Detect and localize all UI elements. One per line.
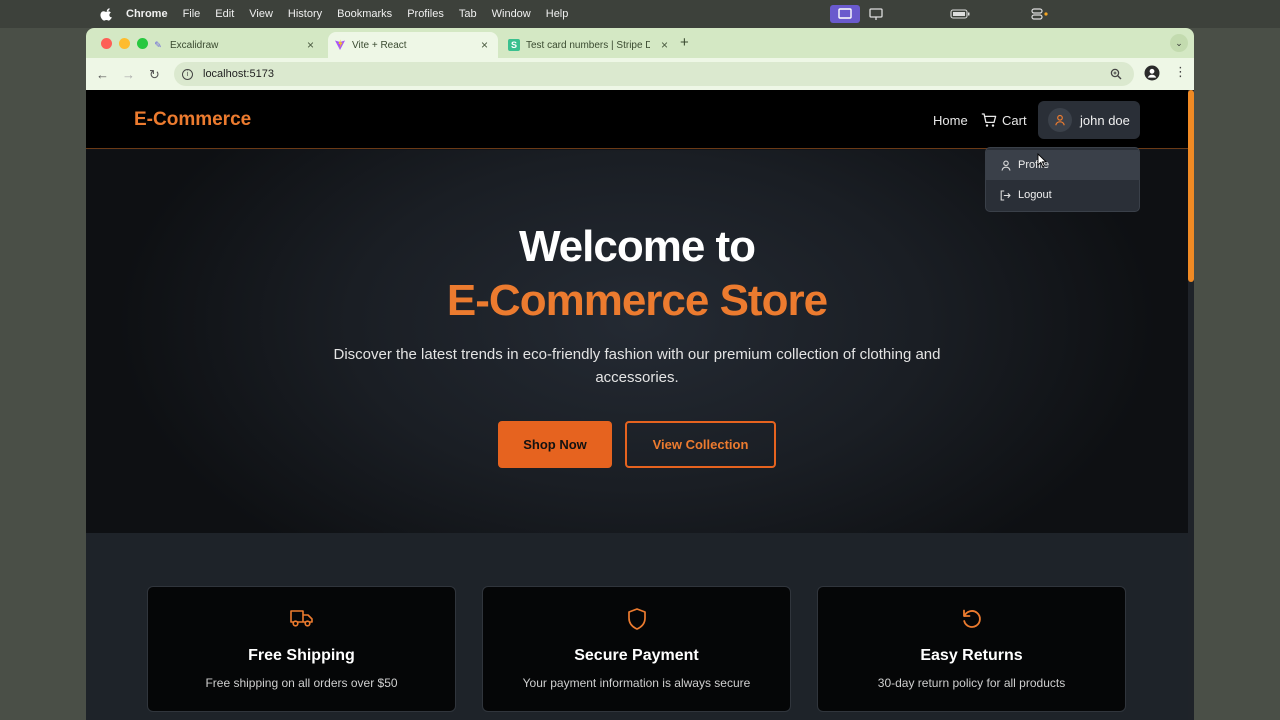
web-page: E-Commerce Home Cart john doe Welcome to… [86, 90, 1188, 720]
scrollbar-thumb[interactable] [1188, 90, 1194, 282]
user-menu-button[interactable]: john doe [1038, 101, 1140, 139]
more-menu-icon[interactable]: ⋮ [1174, 64, 1187, 80]
site-info-icon[interactable]: i [182, 68, 193, 80]
address-bar[interactable]: i localhost:5173 ☆ [174, 62, 1156, 86]
control-center-icon[interactable] [1030, 5, 1050, 23]
user-dropdown-menu: Profile Logout [985, 147, 1140, 212]
display-icon[interactable] [868, 5, 884, 23]
rotate-icon [962, 609, 981, 628]
tab-title: Excalidraw [170, 39, 219, 51]
address-url[interactable]: localhost:5173 [203, 68, 274, 80]
nav-home-label: Home [933, 113, 968, 128]
logout-icon [1000, 189, 1011, 201]
nav-cart-link[interactable]: Cart [981, 113, 1027, 128]
zoom-window-button[interactable] [137, 38, 148, 49]
feature-card-payment: Secure Payment Your payment information … [482, 586, 791, 712]
tab-title: Vite + React [352, 39, 407, 51]
forward-icon[interactable]: → [122, 67, 135, 82]
stripe-icon: S [508, 39, 520, 51]
truck-icon [289, 610, 313, 627]
menu-bookmarks[interactable]: Bookmarks [337, 8, 392, 20]
site-header: E-Commerce Home Cart john doe [86, 90, 1188, 149]
macos-menu-bar: Chrome File Edit View History Bookmarks … [0, 0, 1280, 28]
dropdown-logout-item[interactable]: Logout [986, 180, 1139, 210]
menu-history[interactable]: History [288, 8, 322, 20]
dropdown-logout-label: Logout [1018, 189, 1052, 201]
tab-search-icon[interactable]: ⌄ [1170, 34, 1188, 52]
dropdown-profile-item[interactable]: Profile [986, 150, 1139, 180]
shield-icon [627, 608, 646, 630]
feature-desc: Your payment information is always secur… [522, 676, 751, 690]
menu-help[interactable]: Help [546, 8, 569, 20]
close-tab-icon[interactable]: × [661, 38, 668, 52]
mouse-cursor-icon [1037, 153, 1047, 168]
feature-title: Free Shipping [248, 647, 355, 664]
apple-icon[interactable] [100, 7, 114, 21]
tab-title: Test card numbers | Stripe Do [526, 39, 650, 51]
feature-desc: 30-day return policy for all products [877, 676, 1066, 690]
browser-toolbar: ← → ↻ i localhost:5173 ☆ ⋮ [86, 58, 1194, 90]
close-tab-icon[interactable]: × [481, 38, 488, 52]
back-icon[interactable]: ← [96, 67, 109, 82]
menu-app-name[interactable]: Chrome [126, 8, 168, 20]
reload-icon[interactable]: ↻ [149, 67, 160, 83]
shop-now-button[interactable]: Shop Now [498, 421, 612, 468]
user-icon [1000, 160, 1011, 171]
tab-stripe-docs[interactable]: S Test card numbers | Stripe Do × [508, 32, 678, 58]
tab-vite-react[interactable]: Vite + React × [328, 32, 498, 58]
nav-home-link[interactable]: Home [933, 113, 968, 128]
close-window-button[interactable] [101, 38, 112, 49]
menu-profiles[interactable]: Profiles [407, 8, 444, 20]
menu-window[interactable]: Window [492, 8, 531, 20]
feature-desc: Free shipping on all orders over $50 [205, 676, 398, 690]
profile-avatar-icon[interactable] [1144, 65, 1160, 81]
close-tab-icon[interactable]: × [307, 38, 314, 52]
menu-tab[interactable]: Tab [459, 8, 477, 20]
hero-title-line1: Welcome to [518, 222, 756, 271]
avatar [1048, 108, 1072, 132]
feature-card-returns: Easy Returns 30-day return policy for al… [817, 586, 1126, 712]
site-logo[interactable]: E-Commerce [134, 109, 251, 131]
tab-strip: ✎ Excalidraw × Vite + React × S Test car… [86, 28, 1194, 58]
screen-share-icon[interactable] [830, 5, 860, 23]
feature-title: Easy Returns [920, 647, 1023, 664]
vite-icon [335, 39, 345, 50]
menu-view[interactable]: View [249, 8, 273, 20]
hero-title-line2: E-Commerce Store [446, 276, 828, 325]
window-controls [101, 38, 148, 49]
cart-icon [981, 113, 997, 127]
feature-title: Secure Payment [574, 647, 699, 664]
user-icon [1055, 114, 1065, 126]
user-name: john doe [1080, 112, 1130, 128]
battery-icon[interactable] [950, 5, 970, 23]
nav-cart-label: Cart [1002, 113, 1027, 128]
new-tab-icon[interactable]: + [680, 34, 689, 51]
menu-edit[interactable]: Edit [215, 8, 234, 20]
view-collection-button[interactable]: View Collection [625, 421, 776, 468]
minimize-window-button[interactable] [119, 38, 130, 49]
features-section: Free Shipping Free shipping on all order… [86, 533, 1188, 720]
excalidraw-icon: ✎ [154, 39, 162, 50]
feature-card-shipping: Free Shipping Free shipping on all order… [147, 586, 456, 712]
tab-excalidraw[interactable]: ✎ Excalidraw × [152, 32, 324, 58]
menu-file[interactable]: File [183, 8, 201, 20]
browser-window: ✎ Excalidraw × Vite + React × S Test car… [86, 28, 1194, 720]
hero-subtitle: Discover the latest trends in eco-friend… [333, 346, 941, 386]
zoom-icon[interactable] [1110, 68, 1122, 80]
